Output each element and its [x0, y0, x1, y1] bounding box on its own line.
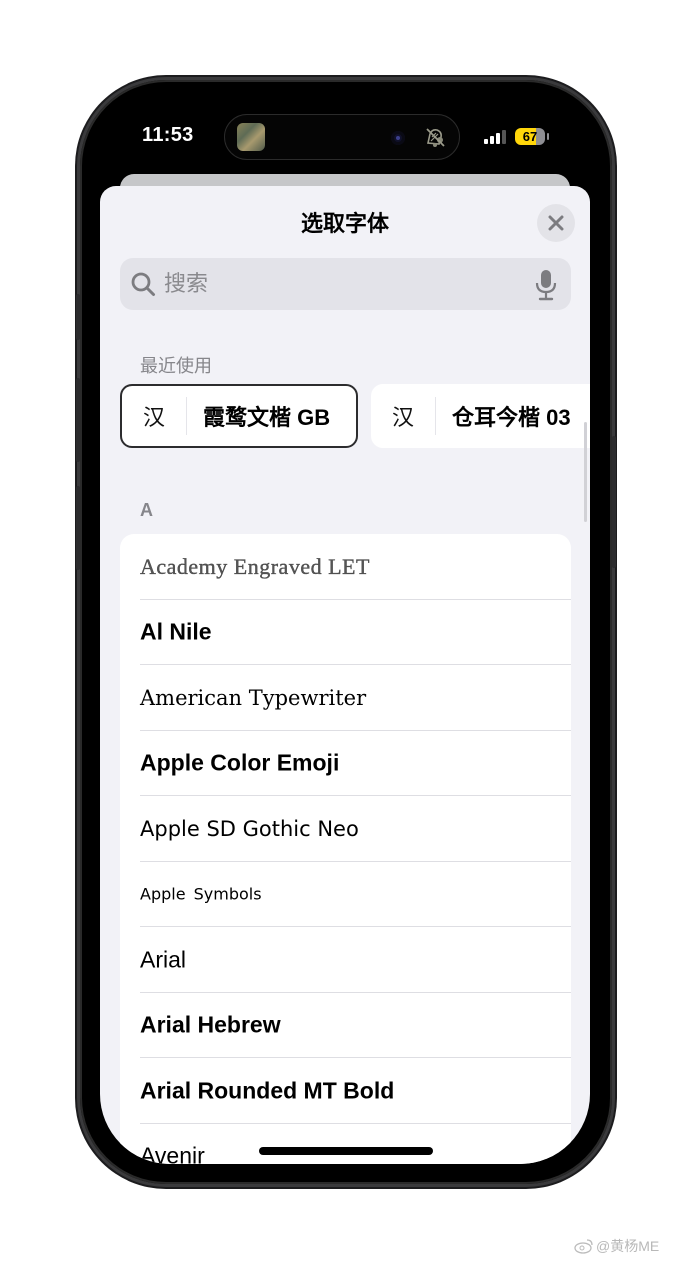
microphone-icon[interactable]	[534, 269, 558, 301]
battery-tip	[547, 133, 549, 140]
font-list-item[interactable]: Arial Rounded MT Bold	[120, 1058, 571, 1124]
status-bar: 11:53 67	[100, 100, 590, 174]
recent-font-chip[interactable]: 汉 霞鹜文楷 GB	[120, 384, 358, 448]
sheet-title: 选取字体	[300, 211, 389, 236]
mute-bell-icon	[426, 128, 445, 147]
font-name: Apple Color Emoji	[140, 749, 340, 776]
search-field[interactable]	[120, 258, 571, 310]
battery-icon: 67	[515, 128, 545, 145]
power-button	[612, 436, 616, 568]
signal-icon	[484, 130, 506, 144]
watermark: @黄杨ME	[574, 1236, 659, 1256]
font-name: Academy Engraved LET	[140, 553, 370, 579]
font-list-item[interactable]: Arial	[120, 927, 571, 993]
action-button	[76, 294, 80, 340]
recent-font-chip[interactable]: 汉 仓耳今楷 03	[371, 384, 590, 448]
volume-down-button	[76, 486, 80, 570]
font-name: Arial Hebrew	[140, 1011, 281, 1038]
font-list-item[interactable]: Apple Color Emoji	[120, 731, 571, 797]
recent-font-name: 霞鹜文楷 GB	[203, 405, 331, 430]
font-list-item[interactable]: Arial Hebrew	[120, 993, 571, 1059]
dynamic-island[interactable]	[224, 114, 460, 160]
font-list-item[interactable]: American Typewriter	[120, 665, 571, 731]
font-name: Apple SD Gothic Neo	[140, 816, 359, 841]
font-name: Arial Rounded MT Bold	[140, 1077, 395, 1104]
font-list-item[interactable]: Apple SD Gothic Neo	[120, 796, 571, 862]
font-list-item[interactable]: Apple Symbols	[120, 862, 571, 928]
font-name: American Typewriter	[140, 685, 367, 710]
close-icon	[548, 215, 564, 231]
font-list: Academy Engraved LET Al Nile American Ty…	[120, 534, 571, 1164]
home-indicator[interactable]	[259, 1147, 433, 1155]
font-list-item[interactable]: Al Nile	[120, 600, 571, 666]
recent-font-name: 仓耳今楷 03	[452, 405, 571, 430]
font-name: Al Nile	[140, 618, 212, 645]
font-name: Arial	[140, 946, 187, 973]
scroll-indicator[interactable]	[584, 422, 587, 522]
search-icon	[131, 272, 155, 296]
font-picker-sheet: 选取字体 最近使用 汉 霞鹜文楷 GB	[100, 186, 590, 1164]
now-playing-thumbnail	[237, 123, 265, 151]
font-name: Apple Symbols	[140, 884, 262, 904]
volume-up-button	[76, 378, 80, 462]
font-list-item[interactable]: Avenir	[120, 1124, 571, 1164]
font-preview-glyph: 汉	[391, 405, 414, 430]
status-time: 11:53	[142, 124, 194, 146]
font-name: Avenir	[140, 1142, 205, 1164]
font-preview-glyph: 汉	[142, 405, 165, 430]
font-list-item[interactable]: Academy Engraved LET	[120, 534, 571, 600]
recent-section-label: 最近使用	[140, 356, 212, 376]
screen: 11:53 67 选取字体 搜索 最近使用 汉 霞鹜文楷 GB 汉 仓耳今楷 0…	[100, 100, 590, 1164]
section-index-letter: A	[140, 500, 153, 520]
watermark-text: @黄杨ME	[596, 1238, 660, 1254]
close-button[interactable]	[537, 204, 575, 242]
weibo-icon	[574, 1239, 593, 1254]
search-input[interactable]	[164, 258, 524, 310]
camera-icon	[391, 131, 405, 145]
recent-fonts-row[interactable]: 汉 霞鹜文楷 GB 汉 仓耳今楷 03	[120, 384, 590, 450]
